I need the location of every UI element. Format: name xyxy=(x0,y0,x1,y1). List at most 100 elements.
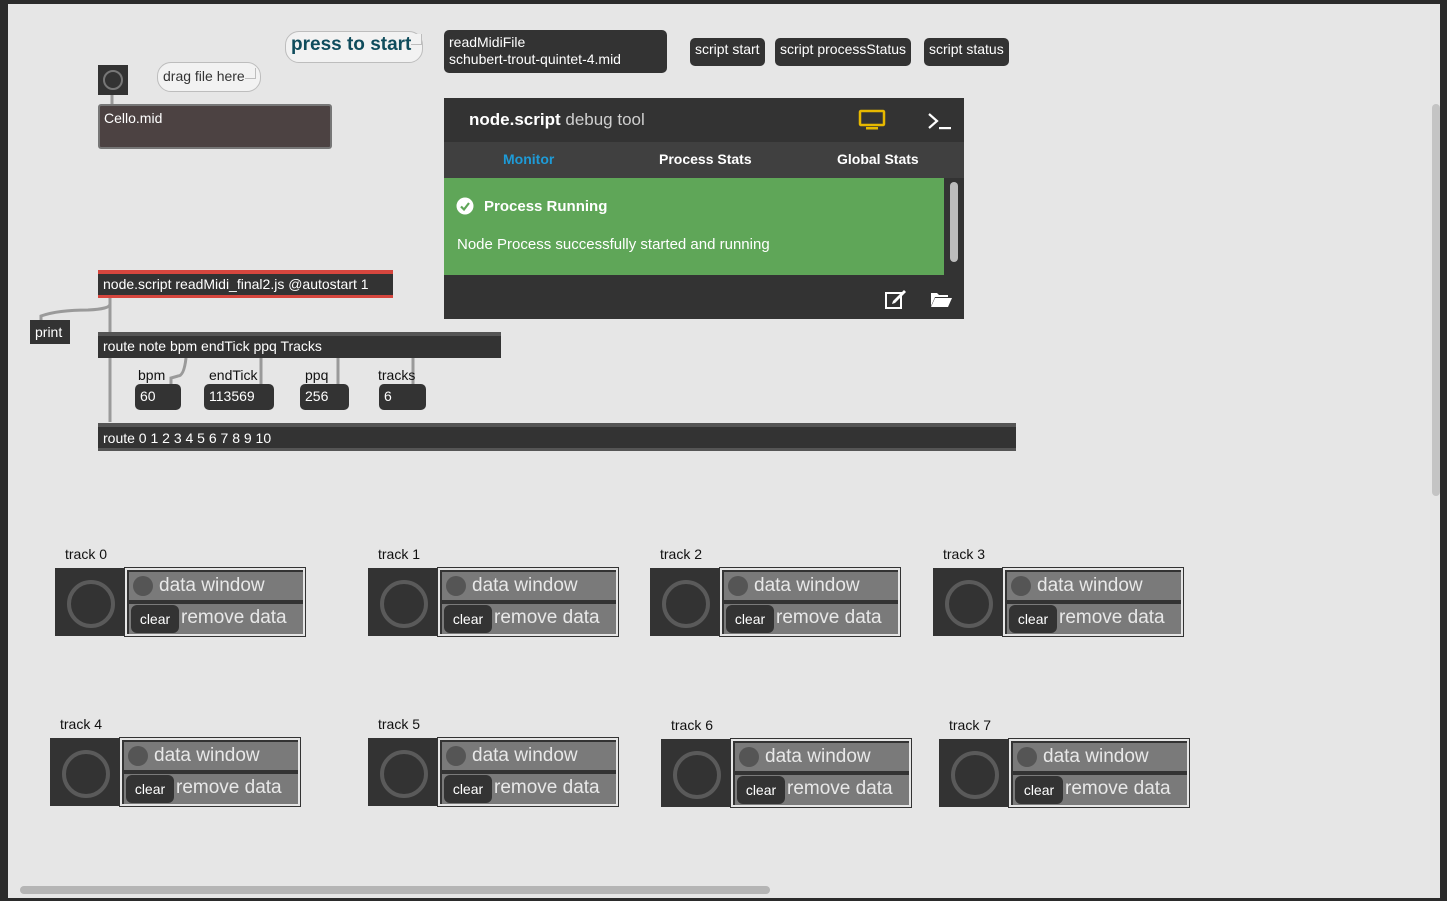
dial-ring-icon xyxy=(945,580,993,628)
clear-button[interactable]: clear xyxy=(1015,776,1063,804)
data-window-button[interactable]: data window xyxy=(1013,743,1187,771)
ppq-number-box[interactable]: 256 xyxy=(300,384,349,410)
clear-button[interactable]: clear xyxy=(444,775,492,803)
data-window-button[interactable]: data window xyxy=(1007,572,1181,600)
dropfile-area[interactable]: Cello.mid xyxy=(98,104,332,149)
remove-data-row: clear remove data xyxy=(735,775,909,805)
route-tracks-label: route 0 1 2 3 4 5 6 7 8 9 10 xyxy=(103,430,272,446)
data-window-button[interactable]: data window xyxy=(442,572,616,600)
bpm-value: 60 xyxy=(140,388,156,404)
track-label: track 6 xyxy=(671,717,714,733)
drag-file-hint: drag file here xyxy=(157,62,261,92)
clear-button[interactable]: clear xyxy=(131,605,179,633)
dropfile-value: Cello.mid xyxy=(104,110,163,126)
remove-data-row: clear remove data xyxy=(724,604,898,634)
endtick-number-box[interactable]: 113569 xyxy=(204,384,274,410)
clear-button[interactable]: clear xyxy=(1009,605,1057,633)
track-1-dial[interactable] xyxy=(368,568,438,636)
track-0-controls: data window clear remove data xyxy=(124,567,306,637)
remove-data-label[interactable]: remove data xyxy=(494,607,600,629)
track-4-controls: data window clear remove data xyxy=(119,737,301,807)
track-6-dial[interactable] xyxy=(661,739,731,807)
data-window-label: data window xyxy=(765,746,871,767)
script-status-message[interactable]: script status xyxy=(924,38,1009,66)
remove-data-row: clear remove data xyxy=(129,604,303,634)
tab-process-stats[interactable]: Process Stats xyxy=(659,151,752,167)
monitor-icon[interactable] xyxy=(858,109,886,131)
status-scrollbar-thumb[interactable] xyxy=(950,182,958,262)
vertical-scrollbar[interactable] xyxy=(1432,104,1440,496)
track-6-controls: data window clear remove data xyxy=(730,738,912,808)
data-window-button[interactable]: data window xyxy=(124,742,298,770)
press-to-start-text: press to start xyxy=(291,34,412,55)
read-midi-file-message[interactable]: readMidiFile schubert-trout-quintet-4.mi… xyxy=(444,30,667,73)
horizontal-scrollbar[interactable] xyxy=(20,886,770,894)
tracks-label: tracks xyxy=(378,367,416,383)
track-4-dial[interactable] xyxy=(50,738,120,806)
track-label: track 7 xyxy=(949,717,992,733)
script-start-label: script start xyxy=(695,41,760,57)
track-2-dial[interactable] xyxy=(650,568,720,636)
dial-ring-icon xyxy=(67,580,115,628)
data-window-label: data window xyxy=(154,745,260,766)
read-midi-file-line1: readMidiFile xyxy=(449,34,526,50)
remove-data-label[interactable]: remove data xyxy=(787,778,893,800)
toggle-dot-icon xyxy=(128,746,148,766)
dial-ring-icon xyxy=(673,751,721,799)
tab-monitor[interactable]: Monitor xyxy=(503,151,554,167)
track-label: track 5 xyxy=(378,716,421,732)
data-window-button[interactable]: data window xyxy=(129,572,303,600)
ppq-label: ppq xyxy=(305,367,329,383)
print-object[interactable]: print xyxy=(30,320,70,344)
remove-data-label[interactable]: remove data xyxy=(176,777,282,799)
bang-button[interactable] xyxy=(98,65,128,95)
tracks-value: 6 xyxy=(384,388,392,404)
data-window-label: data window xyxy=(159,575,265,596)
toggle-dot-icon xyxy=(446,576,466,596)
track-7-controls: data window clear remove data xyxy=(1008,738,1190,808)
script-start-message[interactable]: script start xyxy=(690,38,765,66)
clear-button[interactable]: clear xyxy=(737,776,785,804)
debug-tool-title: node.script debug tool xyxy=(469,110,645,130)
remove-data-label[interactable]: remove data xyxy=(776,607,882,629)
read-midi-file-line2: schubert-trout-quintet-4.mid xyxy=(449,51,621,67)
clear-button[interactable]: clear xyxy=(126,775,174,803)
route-tracks-object[interactable]: route 0 1 2 3 4 5 6 7 8 9 10 xyxy=(98,423,1016,451)
data-window-button[interactable]: data window xyxy=(735,743,909,771)
track-0-dial[interactable] xyxy=(55,568,125,636)
press-to-start-comment: press to start xyxy=(285,31,423,63)
remove-data-label[interactable]: remove data xyxy=(494,777,600,799)
remove-data-label[interactable]: remove data xyxy=(1059,607,1165,629)
clear-button[interactable]: clear xyxy=(444,605,492,633)
data-window-label: data window xyxy=(1037,575,1143,596)
script-process-status-message[interactable]: script processStatus xyxy=(775,38,912,66)
remove-data-label[interactable]: remove data xyxy=(1065,778,1171,800)
remove-data-label[interactable]: remove data xyxy=(181,607,287,629)
debug-tool-header: node.script debug tool xyxy=(444,98,964,142)
tab-global-stats[interactable]: Global Stats xyxy=(837,151,919,167)
toggle-dot-icon xyxy=(1011,576,1031,596)
route-main-label: route note bpm endTick ppq Tracks xyxy=(103,338,322,354)
toggle-dot-icon xyxy=(1017,747,1037,767)
data-window-button[interactable]: data window xyxy=(442,742,616,770)
bang-circle-icon xyxy=(103,70,123,90)
data-window-button[interactable]: data window xyxy=(724,572,898,600)
track-7-dial[interactable] xyxy=(939,739,1009,807)
track-5-dial[interactable] xyxy=(368,738,438,806)
tracks-number-box[interactable]: 6 xyxy=(379,384,426,410)
debug-tool-title-rest: debug tool xyxy=(565,110,645,129)
remove-data-row: clear remove data xyxy=(1013,775,1187,805)
node-script-object[interactable]: node.script readMidi_final2.js @autostar… xyxy=(98,270,393,298)
bpm-number-box[interactable]: 60 xyxy=(135,384,181,410)
track-3-dial[interactable] xyxy=(933,568,1003,636)
node-script-debug-tool: node.script debug tool Monitor Process S… xyxy=(444,98,964,319)
terminal-icon[interactable] xyxy=(926,110,954,132)
route-main-object[interactable]: route note bpm endTick ppq Tracks xyxy=(98,332,501,358)
remove-data-row: clear remove data xyxy=(124,774,298,804)
edit-icon[interactable] xyxy=(884,288,908,310)
node-script-label: node.script readMidi_final2.js @autostar… xyxy=(103,276,369,292)
process-status-message: Node Process successfully started and ru… xyxy=(457,236,770,253)
clear-button[interactable]: clear xyxy=(726,605,774,633)
folder-open-icon[interactable] xyxy=(929,290,953,308)
debug-tool-title-bold: node.script xyxy=(469,110,561,129)
